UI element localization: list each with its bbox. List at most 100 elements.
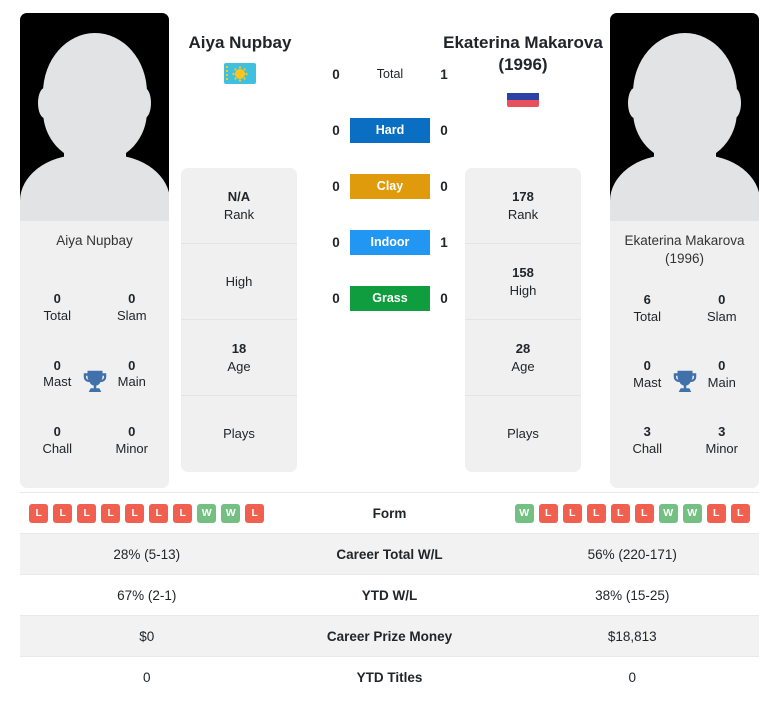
trophy-total-left: 0 Total [20, 291, 95, 325]
h2h-indoor-right-score: 1 [440, 234, 448, 250]
form-badge: L [149, 503, 169, 523]
info-high-label-left: High [225, 273, 253, 289]
trophy-chall-value-right: 3 [643, 424, 651, 440]
info-rank-label-right: Rank [507, 206, 539, 222]
h2h-row-total: 0 Total 1 [300, 60, 480, 88]
form-badge: L [610, 503, 630, 523]
avatar-ear-left-shape [38, 88, 51, 118]
trophy-slam-label-right: Slam [706, 309, 737, 325]
flag-stripe-white [507, 85, 539, 93]
info-high-value-right: 158 [512, 264, 534, 280]
comparison-stats-table: LLLLLLLWWL Form WLLLLLWWLL 28% (5-13) Ca… [0, 492, 779, 697]
flag-sun-shape [235, 68, 245, 79]
info-age-right: 28 Age [465, 320, 581, 396]
form-badge: L [586, 503, 606, 523]
info-rank-left: N/A Rank [181, 168, 297, 244]
trophy-minor-label-left: Minor [115, 440, 148, 456]
avatar-ear-right-shape [728, 88, 741, 118]
russia-flag-icon [507, 85, 539, 107]
trophy-minor-label-right: Minor [705, 441, 738, 457]
kazakhstan-flag-icon [224, 63, 256, 85]
stat-label-career-total-wl: Career Total W/L [336, 546, 443, 562]
flag-ornament-shape [226, 66, 228, 82]
form-badge: L [173, 503, 193, 523]
trophy-icon [80, 367, 110, 397]
h2h-grass-right-score: 0 [440, 290, 448, 306]
avatar-body-shape [20, 155, 169, 221]
head-to-head-surfaces: 0 Total 1 0 Hard 0 0 Clay 0 0 Indoor 1 0 [300, 60, 480, 312]
trophy-total-label-left: Total [43, 308, 71, 324]
info-age-left: 18 Age [181, 320, 297, 396]
trophy-minor-left: 0 Minor [95, 424, 170, 458]
h2h-total-label: Total [376, 67, 404, 81]
trophy-minor-value-right: 3 [718, 424, 726, 440]
player-comparison-page: Aiya Nupbay 0 Total 0 Slam 0 Mast 0 Main [0, 0, 779, 719]
trophy-slam-label-left: Slam [116, 308, 147, 324]
form-badge: L [634, 503, 654, 523]
stat-label-ytd-wl: YTD W/L [361, 587, 418, 603]
form-badge: L [29, 503, 49, 523]
h2h-grass-left-score: 0 [332, 290, 340, 306]
trophy-grid-left: 0 Total 0 Slam 0 Mast 0 Main 0 Chall 0 M… [20, 275, 169, 488]
stat-label-career-prize-money: Career Prize Money [326, 628, 453, 644]
h2h-row-hard: 0 Hard 0 [300, 116, 480, 144]
form-badge: L [562, 503, 582, 523]
trophy-minor-right: 3 Minor [685, 424, 760, 458]
avatar-body-shape [610, 155, 759, 221]
info-rank-label-left: Rank [223, 206, 255, 222]
player-card-name-right-line2: (1996) [664, 251, 705, 267]
ytd-titles-left: 0 [142, 669, 151, 685]
trophy-slam-value-left: 0 [128, 291, 136, 307]
h2h-indoor-label[interactable]: Indoor [350, 229, 430, 255]
table-row-career-total-wl: 28% (5-13) Career Total W/L 56% (220-171… [20, 533, 759, 574]
info-plays-left: Plays [181, 396, 297, 472]
career-total-wl-left: 28% (5-13) [113, 546, 181, 562]
form-badge: L [538, 503, 558, 523]
form-badge: W [682, 503, 702, 523]
form-badge: L [730, 503, 750, 523]
h2h-indoor-left-score: 0 [332, 234, 340, 250]
form-badge: L [53, 503, 73, 523]
h2h-row-grass: 0 Grass 0 [300, 284, 480, 312]
info-age-value-right: 28 [515, 340, 531, 356]
avatar-head-shape [42, 33, 147, 161]
info-rank-value-left: N/A [227, 188, 251, 204]
h2h-hard-label[interactable]: Hard [350, 117, 430, 143]
trophy-chall-value-left: 0 [53, 423, 61, 439]
info-plays-label-left: Plays [223, 426, 255, 442]
trophy-icon [670, 367, 700, 397]
h2h-row-clay: 0 Clay 0 [300, 172, 480, 200]
avatar-head-shape [632, 33, 737, 161]
table-row-form: LLLLLLLWWL Form WLLLLLWWLL [20, 492, 759, 533]
h2h-clay-label[interactable]: Clay [350, 173, 430, 199]
flag-stripe-red [507, 99, 539, 107]
stat-label-form: Form [372, 505, 407, 521]
table-row-ytd-wl: 67% (2-1) YTD W/L 38% (15-25) [20, 574, 759, 615]
info-rank-value-right: 178 [512, 188, 534, 204]
stat-label-ytd-titles: YTD Titles [356, 669, 423, 685]
form-badge: W [514, 503, 534, 523]
info-high-left: High [181, 244, 297, 320]
player-card-right[interactable]: Ekaterina Makarova (1996) 6 Total 0 Slam… [610, 13, 759, 488]
trophy-total-value-right: 6 [643, 292, 651, 308]
info-age-label-right: Age [511, 358, 535, 374]
flag-stripe-blue [507, 92, 539, 100]
form-badge-list-left: LLLLLLLWWL [20, 503, 274, 523]
avatar-ear-left-shape [628, 88, 641, 118]
info-card-right: 178 Rank 158 High 28 Age Plays [465, 168, 581, 472]
trophy-chall-label-left: Chall [42, 440, 73, 456]
info-plays-right: Plays [465, 396, 581, 472]
player-name-left[interactable]: Aiya Nupbay [145, 32, 335, 54]
h2h-grass-label[interactable]: Grass [350, 285, 430, 311]
h2h-clay-left-score: 0 [332, 178, 340, 194]
h2h-total-right-score: 1 [440, 66, 448, 82]
ytd-titles-right: 0 [628, 669, 636, 685]
info-age-label-left: Age [227, 358, 251, 374]
player-card-name-right-line1: Ekaterina Makarova [624, 233, 745, 248]
h2h-total-left-score: 0 [332, 66, 340, 82]
ytd-wl-right: 38% (15-25) [595, 587, 670, 603]
table-row-ytd-titles: 0 YTD Titles 0 [20, 656, 759, 697]
trophy-chall-left: 0 Chall [20, 424, 95, 458]
trophy-slam-value-right: 0 [718, 292, 726, 308]
form-badge: L [706, 503, 726, 523]
